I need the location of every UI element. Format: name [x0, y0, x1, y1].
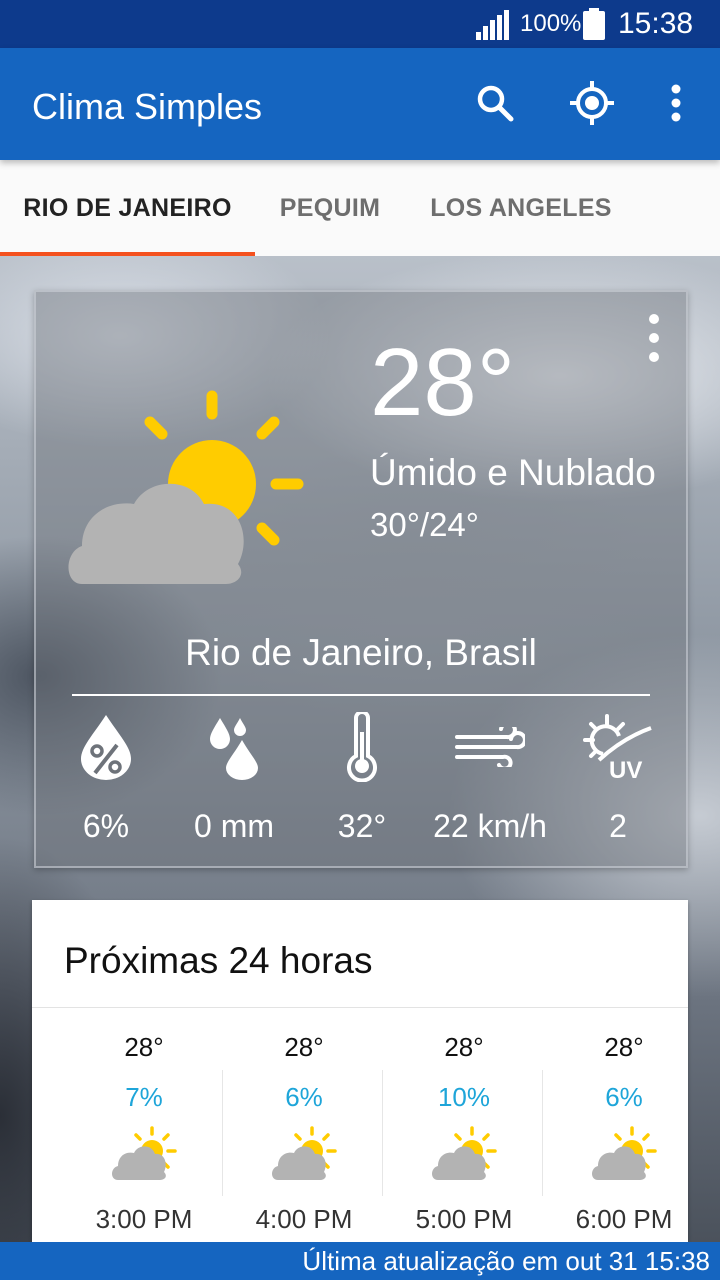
status-clock: 15:38 — [618, 7, 694, 40]
city-tabs: RIO DE JANEIRO PEQUIM LOS ANGELES — [0, 160, 720, 256]
weather-condition: Úmido e Nublado — [370, 452, 656, 493]
partly-cloudy-icon — [112, 1126, 177, 1180]
hourly-forecast-card: Próximas 24 horas 28° 7% 3:00 PM 28° 6% — [32, 900, 688, 1242]
uv-index-value: 2 — [609, 808, 627, 844]
signal-icon — [476, 10, 509, 40]
overflow-menu-button[interactable] — [651, 78, 701, 128]
current-weather-card: 28° Úmido e Nublado 30°/24° Rio de Janei… — [34, 290, 688, 868]
tab-pequim[interactable]: PEQUIM — [258, 160, 402, 256]
forecast-rain-chance: 6% — [605, 1082, 643, 1112]
partly-cloudy-icon — [432, 1126, 497, 1180]
forecast-rain-chance: 10% — [437, 1082, 491, 1112]
forecast-time: 5:00 PM — [415, 1204, 513, 1234]
forecast-time: 3:00 PM — [95, 1204, 193, 1234]
divider — [382, 1070, 383, 1196]
divider — [542, 1070, 543, 1196]
svg-text:UV: UV — [609, 757, 642, 780]
tab-rio-de-janeiro[interactable]: RIO DE JANEIRO — [0, 160, 255, 256]
forecast-rain-chance: 7% — [125, 1082, 163, 1112]
search-icon — [477, 85, 514, 122]
my-location-button[interactable] — [567, 78, 617, 128]
battery-percent: 100% — [520, 10, 582, 37]
tab-indicator — [0, 252, 255, 256]
partly-cloudy-icon — [592, 1126, 657, 1180]
forecast-time: 6:00 PM — [575, 1204, 673, 1234]
metric-wind: 22 km/h — [420, 712, 560, 852]
my-location-icon — [570, 81, 614, 125]
temperature-range: 30°/24° — [370, 506, 479, 543]
current-temperature: 28° — [370, 329, 516, 436]
divider — [72, 694, 650, 696]
forecast-item[interactable]: 28° 6% 6:00 PM — [544, 1008, 688, 1242]
last-update-bar: Última atualização em out 31 15:38 — [0, 1242, 720, 1280]
battery-icon — [583, 8, 605, 40]
forecast-title: Próximas 24 horas — [64, 940, 373, 981]
status-bar: 100% 15:38 — [0, 0, 720, 48]
metric-feels-like: 32° — [292, 712, 432, 852]
forecast-item[interactable]: 28° 7% 3:00 PM — [64, 1008, 224, 1242]
more-vert-icon — [671, 84, 681, 122]
precipitation-value: 0 mm — [194, 808, 274, 844]
forecast-temperature: 28° — [444, 1032, 484, 1062]
humidity-value: 6% — [82, 808, 130, 844]
forecast-temperature: 28° — [124, 1032, 164, 1062]
wind-value: 22 km/h — [433, 808, 547, 844]
humidity-icon — [81, 715, 131, 780]
location-name: Rio de Janeiro, Brasil — [185, 632, 537, 673]
tab-los-angeles[interactable]: LOS ANGELES — [412, 160, 630, 256]
wind-icon — [455, 727, 525, 767]
app-title: Clima Simples — [32, 86, 263, 127]
forecast-item[interactable]: 28° 10% 5:00 PM — [384, 1008, 544, 1242]
last-update-text: Última atualização em out 31 15:38 — [302, 1246, 710, 1276]
forecast-time: 4:00 PM — [255, 1204, 353, 1234]
thermometer-icon — [347, 712, 377, 782]
metric-precipitation: 0 mm — [164, 712, 304, 852]
feels-like-value: 32° — [337, 808, 387, 844]
divider — [222, 1070, 223, 1196]
forecast-rain-chance: 6% — [285, 1082, 323, 1112]
rain-drops-icon — [210, 718, 258, 780]
card-menu-button[interactable] — [636, 310, 672, 366]
forecast-temperature: 28° — [284, 1032, 324, 1062]
more-vert-icon — [649, 314, 659, 324]
app-bar: Clima Simples — [0, 48, 720, 160]
partly-cloudy-icon — [272, 1126, 337, 1180]
search-button[interactable] — [470, 78, 520, 128]
uv-icon: UV — [583, 714, 652, 780]
metric-humidity: 6% — [36, 712, 176, 852]
partly-cloudy-icon — [68, 390, 304, 584]
metric-uv-index: UV 2 — [548, 712, 688, 852]
forecast-item[interactable]: 28° 6% 4:00 PM — [224, 1008, 384, 1242]
forecast-temperature: 28° — [604, 1032, 644, 1062]
